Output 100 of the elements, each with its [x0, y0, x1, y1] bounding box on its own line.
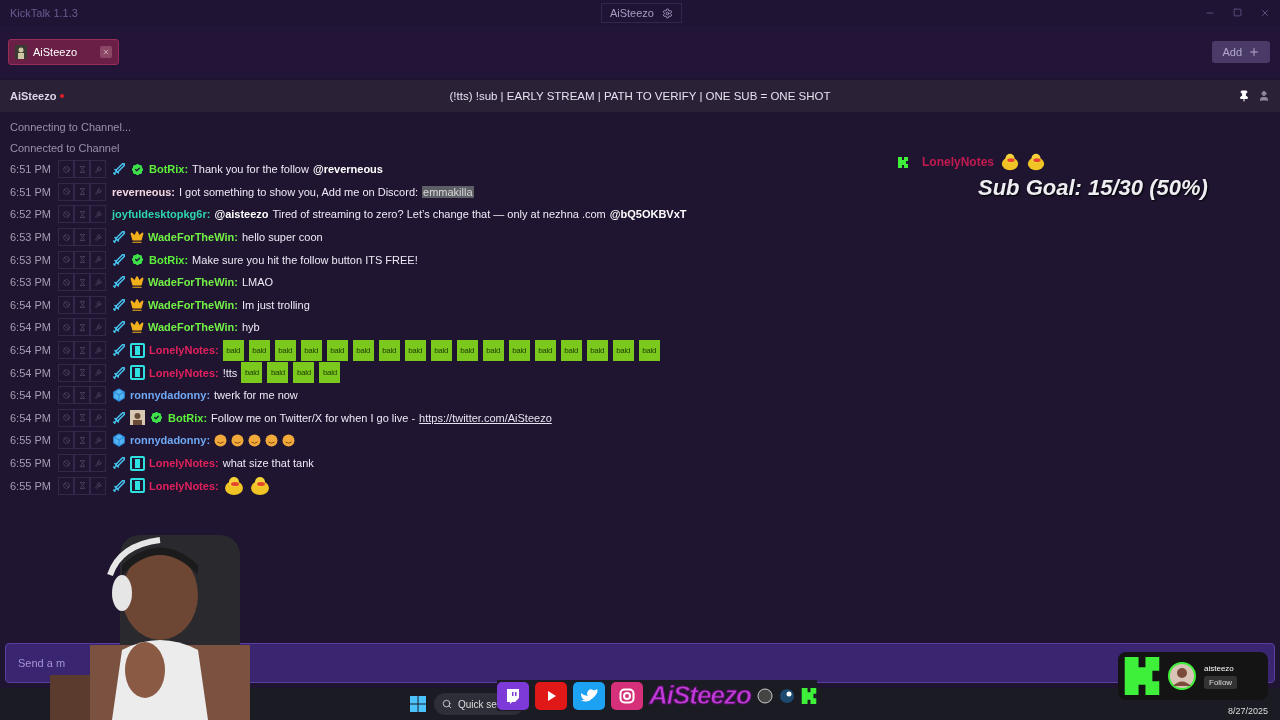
sword-badge-icon	[112, 320, 126, 335]
gavel-button[interactable]	[90, 454, 106, 472]
og-badge-icon	[130, 365, 145, 381]
timestamp: 6:51 PM	[10, 185, 52, 198]
gavel-icon	[94, 278, 102, 286]
steam-icon[interactable]	[778, 687, 795, 704]
ban-icon	[62, 369, 70, 377]
gavel-button[interactable]	[90, 363, 106, 382]
bald-emote: bald	[456, 339, 478, 361]
timeout-button[interactable]	[74, 341, 90, 360]
system-message: Connected to Channel	[10, 140, 121, 156]
username[interactable]: LonelyNotes:	[149, 366, 219, 379]
bald-emote: bald	[378, 339, 400, 361]
timeout-button[interactable]	[74, 205, 90, 224]
channel-tab[interactable]: AiSteezo	[8, 39, 119, 65]
gavel-button[interactable]	[90, 431, 106, 450]
settings-icon[interactable]	[661, 7, 673, 19]
timeout-button[interactable]	[74, 431, 90, 450]
gavel-button[interactable]	[90, 205, 106, 224]
username[interactable]: LonelyNotes:	[149, 457, 219, 469]
username[interactable]: WadeForTheWin:	[148, 321, 238, 334]
sword-badge-icon	[112, 275, 126, 290]
timestamp: 6:53 PM	[10, 253, 52, 266]
username[interactable]: reverneous:	[112, 185, 175, 198]
username[interactable]: LonelyNotes:	[149, 479, 219, 492]
message-text: Follow me on Twitter/X for when I go live -	[211, 411, 416, 424]
gavel-button[interactable]	[90, 476, 106, 495]
gavel-button[interactable]	[90, 273, 106, 292]
ban-button[interactable]	[58, 341, 74, 360]
ban-button[interactable]	[58, 228, 74, 247]
gavel-icon	[94, 301, 102, 309]
ban-button[interactable]	[58, 476, 74, 495]
username[interactable]: WadeForTheWin:	[148, 276, 238, 289]
gavel-button[interactable]	[90, 386, 106, 405]
ban-button[interactable]	[58, 454, 74, 472]
timeout-button[interactable]	[74, 228, 90, 247]
ban-button[interactable]	[58, 182, 74, 201]
add-button[interactable]: Add	[1212, 41, 1270, 63]
ban-button[interactable]	[58, 318, 74, 337]
username[interactable]: ronnydadonny:	[130, 389, 211, 402]
timeout-button[interactable]	[74, 476, 90, 495]
username[interactable]: ronnydadonny:	[130, 434, 211, 447]
gavel-button[interactable]	[90, 250, 106, 269]
ban-button[interactable]	[58, 273, 74, 292]
timeout-button[interactable]	[74, 250, 90, 269]
message-link[interactable]: https://twitter.com/AiSteezo	[419, 411, 552, 424]
message-text: what size that tank	[222, 457, 314, 469]
crown-badge-icon	[130, 275, 144, 290]
gavel-button[interactable]	[90, 228, 106, 247]
username[interactable]: WadeForTheWin:	[148, 298, 238, 311]
smiley-emoji-icon	[265, 433, 279, 447]
gavel-button[interactable]	[90, 295, 106, 314]
user-icon[interactable]	[1258, 90, 1270, 102]
ban-button[interactable]	[58, 408, 74, 427]
ban-icon	[62, 211, 70, 218]
username[interactable]: BotRix:	[149, 253, 189, 266]
ban-button[interactable]	[58, 295, 74, 314]
timeout-button[interactable]	[74, 182, 90, 201]
og-badge-icon	[130, 478, 145, 494]
bald-emote: bald	[248, 339, 270, 361]
timeout-button[interactable]	[74, 295, 90, 314]
timeout-button[interactable]	[74, 408, 90, 427]
gavel-button[interactable]	[90, 318, 106, 337]
ban-button[interactable]	[58, 205, 74, 224]
username[interactable]: BotRix:	[149, 163, 189, 176]
maximize-icon[interactable]	[1233, 8, 1242, 17]
timeout-button[interactable]	[74, 454, 90, 472]
ban-button[interactable]	[58, 160, 74, 179]
timestamp: 6:51 PM	[10, 163, 52, 176]
ban-button[interactable]	[58, 386, 74, 405]
bald-emote: bald	[267, 362, 289, 384]
timeout-button[interactable]	[74, 273, 90, 292]
ban-icon	[62, 459, 70, 467]
bald-emote: bald	[508, 339, 530, 361]
close-icon[interactable]	[1260, 8, 1270, 18]
username[interactable]: joyfuldesktopkg6r:	[112, 208, 211, 221]
timestamp: 6:52 PM	[10, 208, 52, 221]
gavel-button[interactable]	[90, 341, 106, 360]
timeout-button[interactable]	[74, 318, 90, 337]
ban-button[interactable]	[58, 431, 74, 450]
ban-button[interactable]	[58, 250, 74, 269]
username[interactable]: LonelyNotes:	[149, 344, 219, 357]
gavel-button[interactable]	[90, 182, 106, 201]
kick-icon[interactable]	[800, 687, 817, 704]
gavel-icon	[94, 369, 102, 377]
pin-icon[interactable]	[1238, 90, 1250, 102]
follow-button[interactable]: Follow	[1204, 675, 1238, 689]
windows-icon[interactable]	[410, 696, 426, 712]
timeout-button[interactable]	[74, 363, 90, 382]
close-tab-button[interactable]	[100, 46, 112, 58]
gavel-button[interactable]	[90, 160, 106, 179]
avatar-icon	[15, 45, 27, 59]
timeout-button[interactable]	[74, 160, 90, 179]
username[interactable]: WadeForTheWin:	[148, 231, 238, 244]
timeout-button[interactable]	[74, 386, 90, 405]
gavel-button[interactable]	[90, 408, 106, 427]
sword-badge-icon	[112, 162, 126, 177]
username[interactable]: BotRix:	[168, 411, 208, 424]
ban-button[interactable]	[58, 363, 74, 382]
ban-icon	[62, 391, 70, 399]
